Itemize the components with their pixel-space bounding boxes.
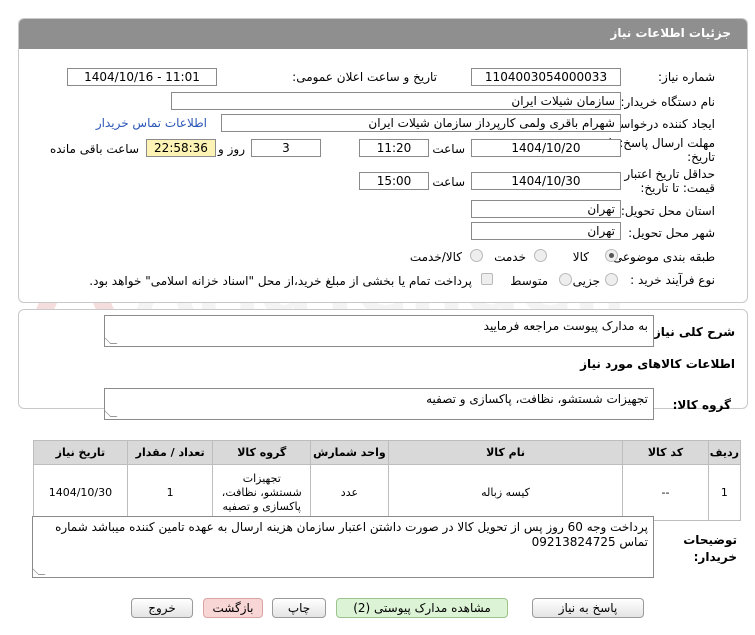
cell-name: کیسه زباله <box>387 464 624 521</box>
process-medium-label: متوسط <box>510 274 548 288</box>
cell-date: 1404/10/30 <box>33 464 128 521</box>
process-label: نوع فرآیند خرید : <box>630 273 715 287</box>
reply-button[interactable]: پاسخ به نیاز <box>532 598 644 618</box>
buyer-org-label: نام دستگاه خریدار: <box>620 95 716 109</box>
goods-group-label: گروه کالا: <box>672 398 731 412</box>
table-header-row: ردیف کد کالا نام کالا واحد شمارش گروه کا… <box>33 440 742 465</box>
treasury-checkbox[interactable] <box>481 273 493 285</box>
process-medium-radio[interactable] <box>559 273 572 286</box>
buyer-org-field[interactable]: سازمان شیلات ایران <box>171 92 621 110</box>
announce-label: تاریخ و ساعت اعلان عمومی: <box>292 70 437 84</box>
city-field[interactable]: تهران <box>471 222 621 240</box>
cell-unit: عدد <box>310 464 389 521</box>
treasury-note: پرداخت تمام یا بخشی از مبلغ خرید،از محل … <box>89 274 472 288</box>
back-button[interactable]: بازگشت <box>203 598 263 618</box>
col-qty-header: تعداد / مقدار <box>126 440 214 465</box>
resize-grip-icon[interactable] <box>105 410 118 417</box>
description-label: شرح کلی نیاز: <box>649 325 735 339</box>
goods-group-text: تجهیزات شستشو، نظافت، پاکسازی و تصفیه <box>426 392 648 406</box>
deadline-label-1: مهلت ارسال پاسخ: تا <box>608 136 715 150</box>
buyer-notes-textarea[interactable]: پرداخت وجه 60 روز پس از تحویل کالا در صو… <box>32 516 654 578</box>
goods-section-title: اطلاعات کالاهای مورد نیاز <box>580 357 735 371</box>
requester-field[interactable]: شهرام باقری ولمی کارپرداز سازمان شیلات ا… <box>221 114 621 132</box>
deadline-time-field[interactable]: 11:20 <box>359 139 429 157</box>
validity-time-label: ساعت <box>432 175 465 189</box>
validity-label-1: حداقل تاریخ اعتبار <box>624 167 715 181</box>
view-attachments-button[interactable]: مشاهده مدارک پیوستی (2) <box>336 598 508 618</box>
description-textarea[interactable]: به مدارک پیوست مراجعه فرمایید <box>104 315 654 347</box>
category-both-radio[interactable] <box>470 249 483 262</box>
cell-group-line-2: شستشو، نظافت، <box>221 485 302 499</box>
deadline-label-2: تاریخ: <box>687 150 715 164</box>
province-label: استان محل تحویل: <box>620 204 715 218</box>
city-label: شهر محل تحویل: <box>628 226 715 240</box>
cell-group-line-1: تجهیزات <box>242 471 281 485</box>
print-button[interactable]: چاپ <box>272 598 326 618</box>
resize-grip-icon[interactable] <box>105 337 118 344</box>
cell-qty: 1 <box>126 464 214 521</box>
resize-grip-icon[interactable] <box>33 568 46 575</box>
col-name-header: نام کالا <box>387 440 624 465</box>
process-minor-radio[interactable] <box>605 273 618 286</box>
validity-time-field[interactable]: 15:00 <box>359 172 429 190</box>
validity-label-2: قیمت: تا تاریخ: <box>640 181 715 195</box>
days-label: روز و <box>218 142 245 156</box>
contact-info-link[interactable]: اطلاعات تماس خریدار <box>96 116 207 130</box>
page-title: جزئیات اطلاعات نیاز <box>610 26 731 40</box>
requester-label: ایجاد کننده درخواست: <box>604 117 715 131</box>
category-label: طبقه بندی موضوعی: <box>608 250 715 264</box>
cell-group-line-3: پاکسازی و تصفیه <box>222 499 301 513</box>
col-row-header: ردیف <box>707 440 742 465</box>
remaining-time-label: ساعت باقی مانده <box>49 142 139 156</box>
cell-row: 1 <box>707 464 742 521</box>
need-number-label: شماره نیاز: <box>658 70 715 84</box>
deadline-date-field[interactable]: 1404/10/20 <box>471 139 621 157</box>
buyer-notes-label-1: توضیحات <box>683 533 737 547</box>
province-field[interactable]: تهران <box>471 200 621 218</box>
category-both-label: کالا/خدمت <box>409 250 462 264</box>
exit-button[interactable]: خروج <box>131 598 193 618</box>
category-service-radio[interactable] <box>534 249 547 262</box>
days-field[interactable]: 3 <box>251 139 321 157</box>
process-minor-label: جزیی <box>572 274 600 288</box>
buyer-notes-label-2: خریدار: <box>693 550 737 564</box>
need-number-field[interactable]: 1104003054000033 <box>471 68 621 86</box>
cell-group: تجهیزات شستشو، نظافت، پاکسازی و تصفیه <box>212 464 312 521</box>
description-text: به مدارک پیوست مراجعه فرمایید <box>483 319 648 333</box>
col-date-header: تاریخ نیاز <box>33 440 128 465</box>
category-goods-radio[interactable] <box>605 249 618 262</box>
buyer-notes-text: پرداخت وجه 60 روز پس از تحویل کالا در صو… <box>55 520 648 549</box>
category-goods-label: کالا <box>572 250 589 264</box>
goods-group-textarea[interactable]: تجهیزات شستشو، نظافت، پاکسازی و تصفیه <box>104 388 654 420</box>
validity-date-field[interactable]: 1404/10/30 <box>471 172 621 190</box>
announce-datetime-field[interactable]: 1404/10/16 - 11:01 <box>67 68 217 86</box>
col-code-header: کد کالا <box>622 440 709 465</box>
table-row[interactable]: 1 -- کیسه زباله عدد تجهیزات شستشو، نظافت… <box>33 464 742 521</box>
col-unit-header: واحد شمارش <box>310 440 389 465</box>
items-table: ردیف کد کالا نام کالا واحد شمارش گروه کا… <box>33 440 742 521</box>
remaining-time-field: 22:58:36 <box>146 139 216 157</box>
cell-code: -- <box>622 464 709 521</box>
deadline-time-label: ساعت <box>432 142 465 156</box>
panel-header: جزئیات اطلاعات نیاز <box>19 19 747 49</box>
category-service-label: خدمت <box>494 250 526 264</box>
col-group-header: گروه کالا <box>212 440 312 465</box>
